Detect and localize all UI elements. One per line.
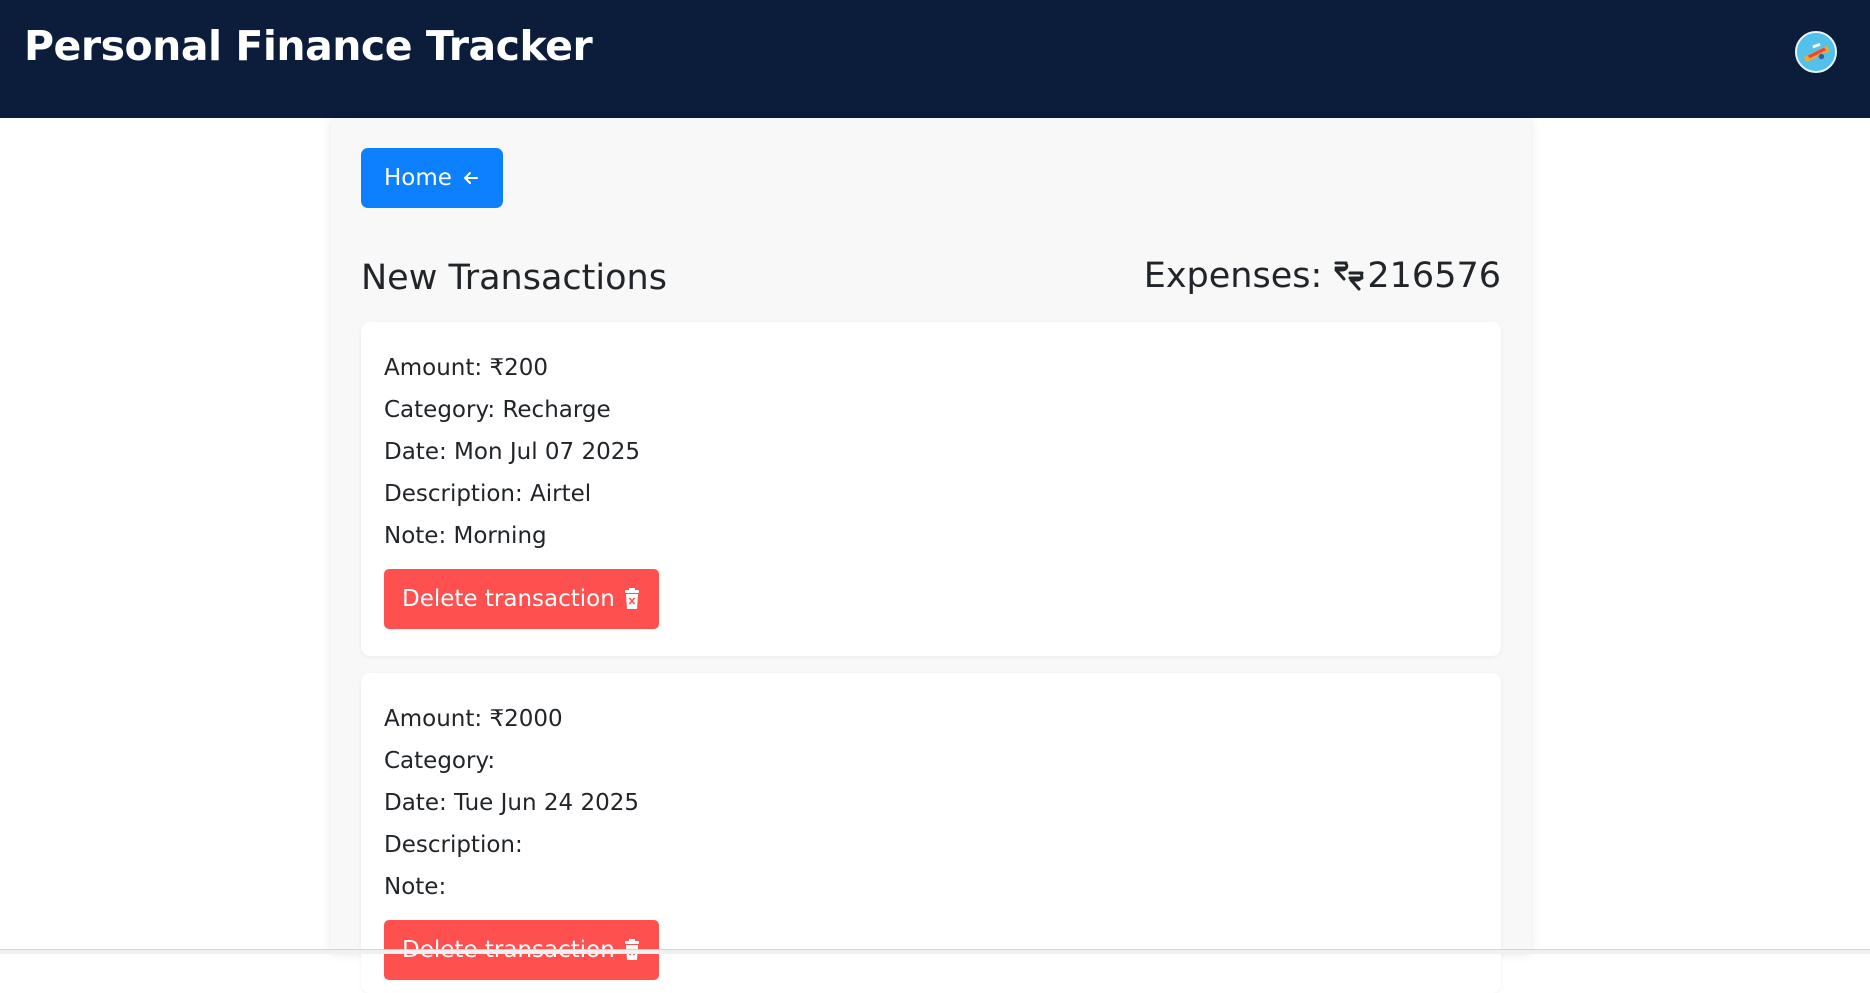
delete-transaction-button[interactable]: Delete transaction [384,569,659,629]
transaction-category: Category: [384,748,496,774]
trash-icon [623,588,641,610]
home-button[interactable]: Home [361,148,503,208]
delete-button-label: Delete transaction [402,586,615,612]
page-title: New Transactions [361,258,667,298]
transactions-panel: Home New Transactions Expenses: 216576 A… [331,118,1531,993]
transaction-description: Description: Airtel [384,481,592,507]
transaction-card: Amount: ₹2000 Category: Date: Tue Jun 24… [361,673,1501,993]
transaction-note: Note: Morning [384,523,547,549]
transaction-note: Note: [384,874,447,900]
arrow-left-icon [462,169,480,187]
transaction-date: Date: Mon Jul 07 2025 [384,439,641,465]
transaction-amount: Amount: ₹2000 [384,706,563,732]
user-avatar[interactable] [1795,31,1837,73]
transaction-amount: Amount: ₹200 [384,355,548,381]
app-title: Personal Finance Tracker [24,22,593,70]
transaction-description: Description: [384,832,523,858]
transaction-category: Category: Recharge [384,397,611,423]
transaction-date: Date: Tue Jun 24 2025 [384,790,639,816]
top-navbar: Personal Finance Tracker [0,0,1870,118]
home-button-label: Home [384,165,452,191]
transaction-card: Amount: ₹200 Category: Recharge Date: Mo… [361,322,1501,656]
currency-exchange-icon [1333,257,1367,300]
expenses-value: 216576 [1367,256,1501,296]
expenses-total: Expenses: 216576 [1144,256,1501,300]
expenses-label: Expenses: [1143,256,1334,296]
window-bottom-edge [0,949,1870,954]
